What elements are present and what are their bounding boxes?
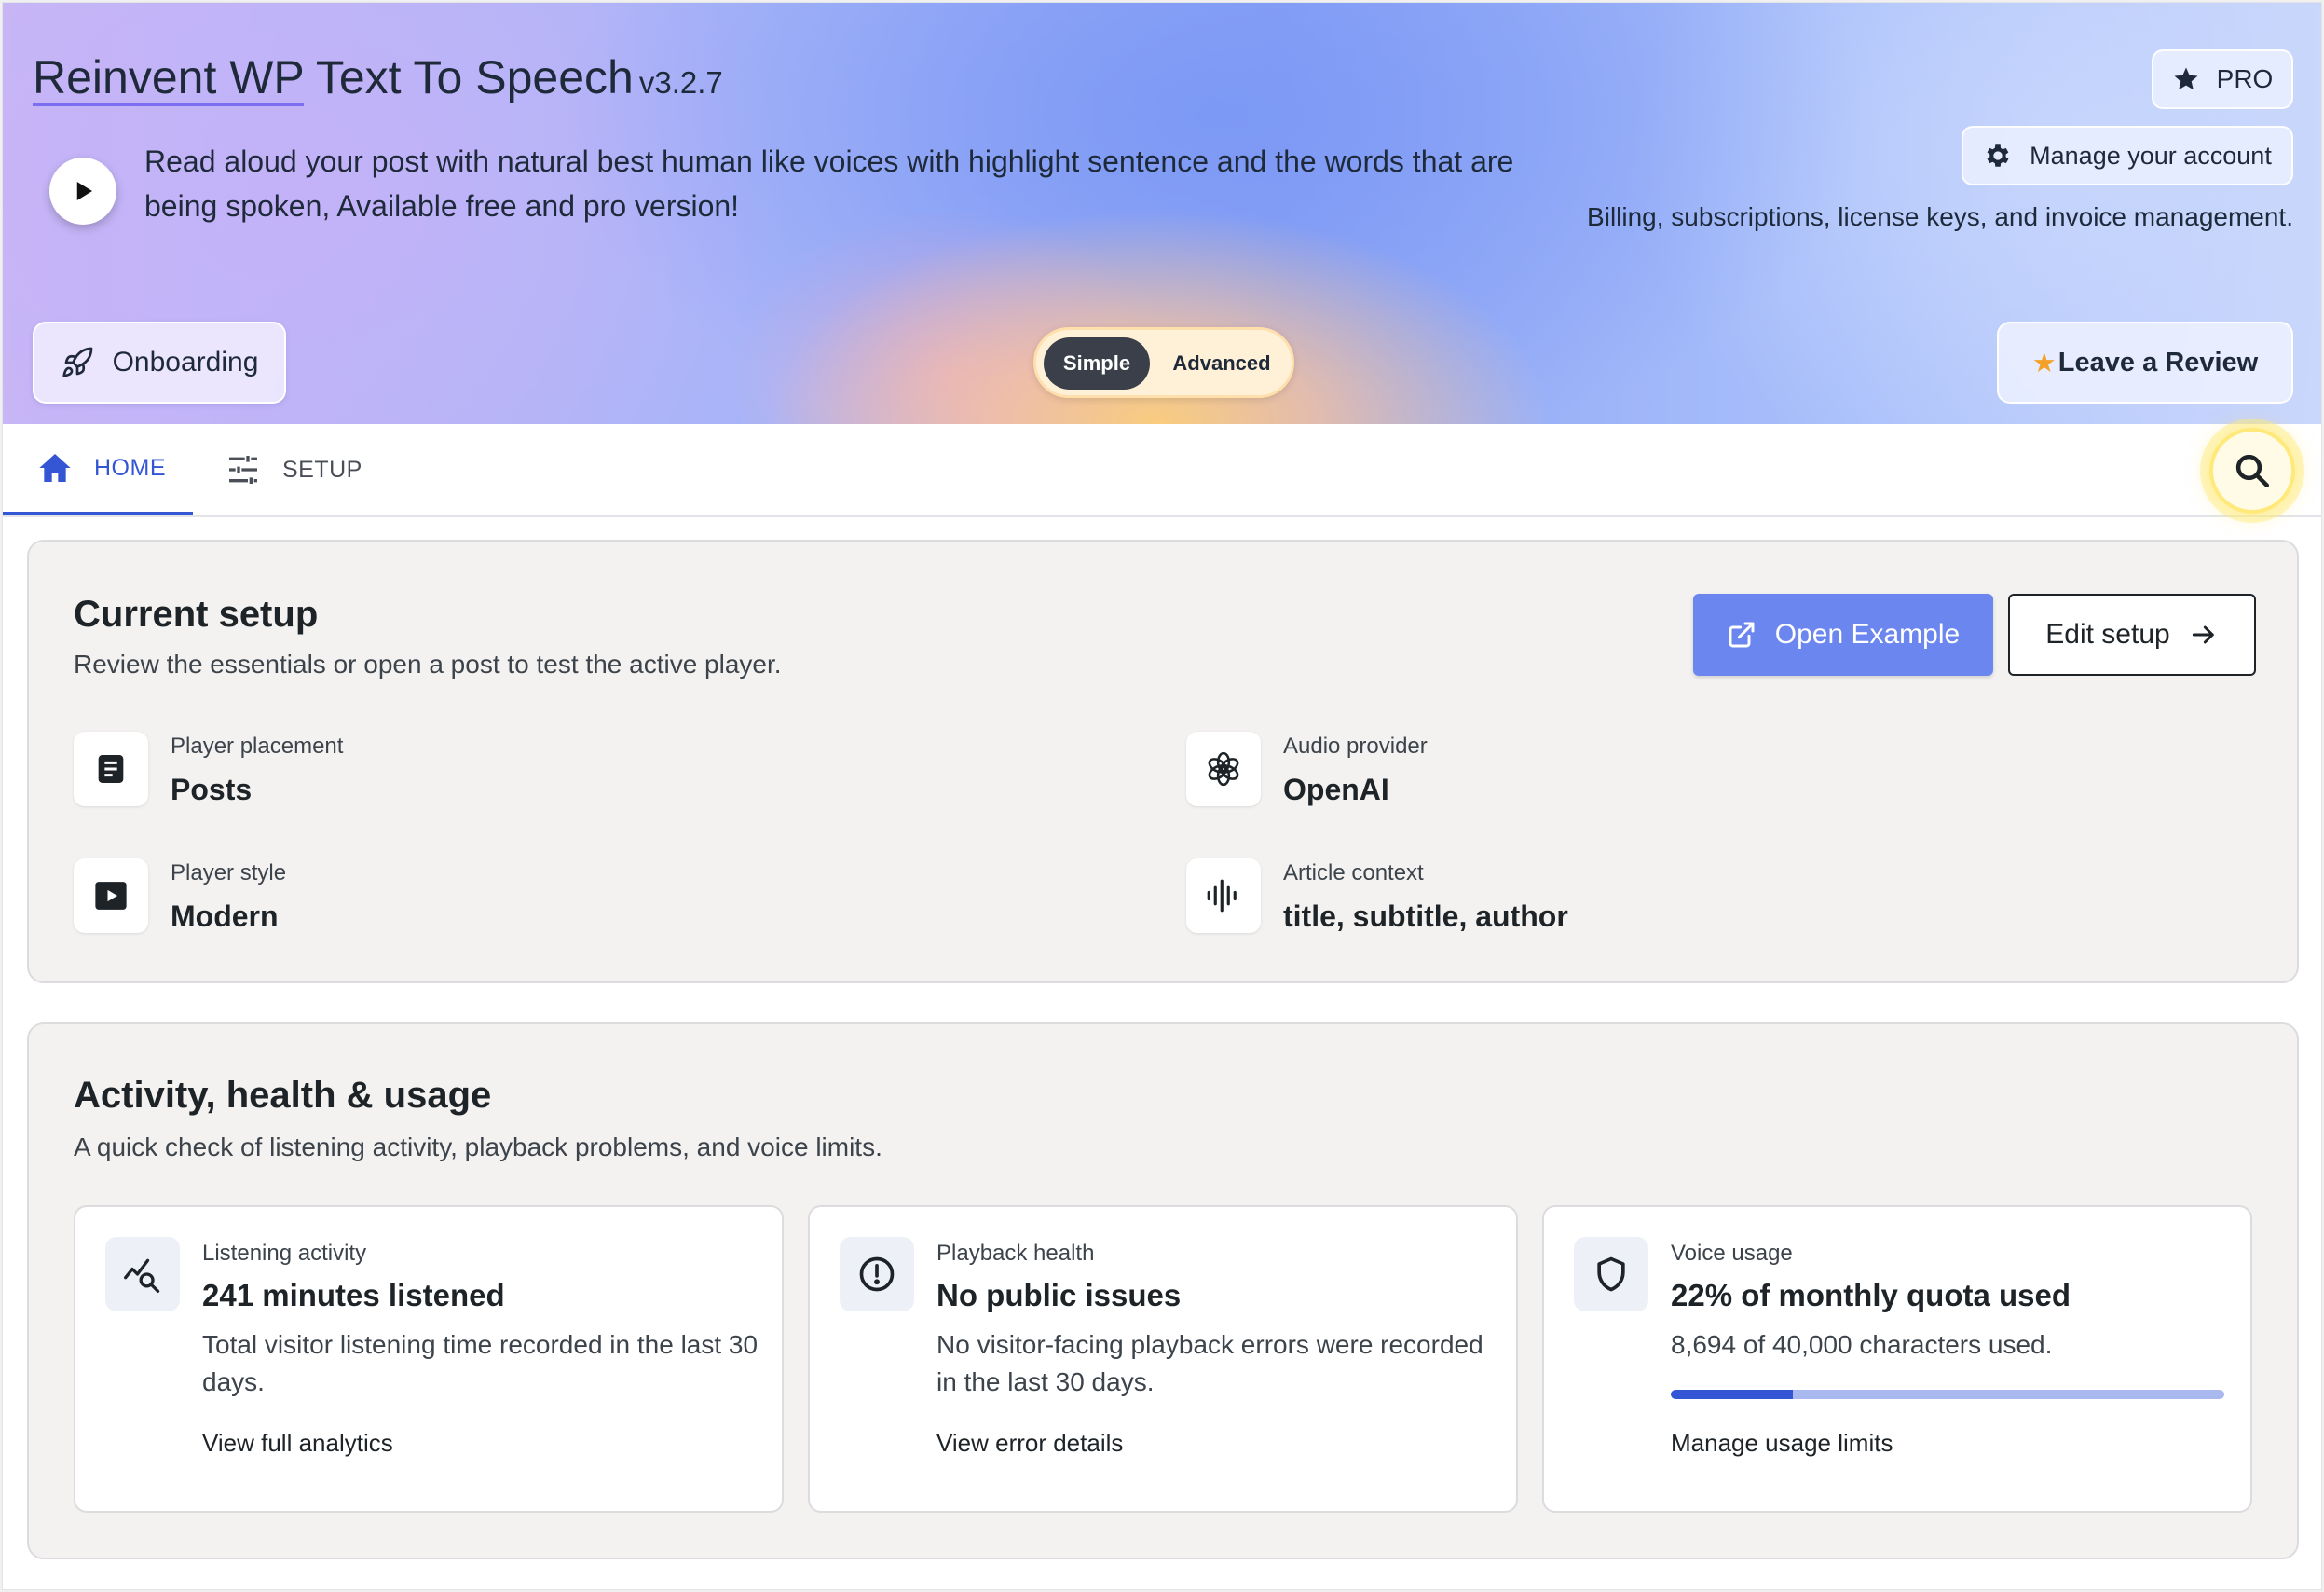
document-icon [74,732,148,806]
tile-description: Total visitor listening time recorded in… [202,1330,759,1396]
tile-value: 241 minutes listened [202,1278,505,1312]
view-errors-link[interactable]: View error details [936,1429,1123,1458]
mode-advanced-option[interactable]: Advanced [1154,337,1290,390]
onboarding-button[interactable]: Onboarding [33,322,286,404]
gear-icon [1987,144,2009,167]
star-icon: ★ [2031,348,2057,378]
current-setup-subtitle: Review the essentials or open a post to … [74,650,782,679]
setup-item-value: OpenAI [1283,773,1389,806]
plugin-dashboard: Reinvent WP Text To Speech v3.2.7 Read al… [2,2,2322,1590]
tile-label: Listening activity [202,1241,367,1266]
alert-circle-icon [840,1237,914,1311]
activity-title: Activity, health & usage [74,1075,492,1116]
tile-value: 22% of monthly quota used [1671,1278,2071,1312]
voice-usage-tile: Voice usage 22% of monthly quota used 8,… [1542,1205,2252,1513]
tile-description: No visitor-facing playback errors were r… [936,1330,1483,1396]
plugin-description: Read aloud your post with natural best h… [144,144,1514,223]
leave-review-button[interactable]: ★ Leave a Review [1997,322,2293,404]
activity-card: Activity, health & usage A quick check o… [27,1022,2299,1559]
listening-activity-tile: Listening activity 241 minutes listened … [74,1205,784,1513]
tile-label: Playback health [936,1241,1095,1266]
video-play-icon [74,858,148,933]
pro-label: PRO [2216,64,2274,93]
open-example-button[interactable]: Open Example [1693,594,1993,676]
search-button[interactable] [2209,428,2295,514]
current-setup-title: Current setup [74,594,319,635]
preview-play-button[interactable] [49,158,116,225]
onboarding-label: Onboarding [112,347,259,377]
manage-account-button[interactable]: Manage your account [1962,126,2293,185]
tab-setup-label: SETUP [282,456,362,483]
analytics-search-icon [105,1237,180,1311]
openai-icon [1186,732,1261,806]
setup-item-label: Article context [1283,860,1424,885]
activity-subtitle: A quick check of listening activity, pla… [74,1132,882,1161]
edit-setup-label: Edit setup [2045,619,2170,650]
tab-home[interactable]: HOME [3,424,193,515]
edit-setup-button[interactable]: Edit setup [2008,594,2256,676]
external-link-icon [1729,622,1755,648]
tab-setup[interactable]: SETUP [225,424,362,515]
shield-icon [1574,1237,1648,1311]
brand-link[interactable]: Reinvent WP [33,51,304,106]
billing-description: Billing, subscriptions, license keys, an… [1587,202,2293,231]
setup-item-value: Posts [171,773,253,806]
search-icon [2235,454,2270,488]
mode-simple-option[interactable]: Simple [1044,337,1150,390]
star-icon [2174,67,2198,90]
title-rest: Text To Speech [303,51,634,103]
home-icon [39,454,71,482]
tile-value: No public issues [936,1278,1182,1312]
hero-banner: Reinvent WP Text To Speech v3.2.7 Read al… [3,3,2321,424]
usage-progress-bar [1671,1390,2224,1399]
setup-item-value: Modern [171,899,279,933]
view-analytics-link[interactable]: View full analytics [202,1429,393,1458]
setup-item-label: Player placement [171,734,344,759]
sliders-icon [229,456,257,484]
playback-health-tile: Playback health No public issues No visi… [808,1205,1518,1513]
pro-button[interactable]: PRO [2152,49,2293,109]
rocket-icon [62,347,92,377]
page-title: Reinvent WP Text To Speech v3.2.7 [33,49,723,111]
leave-review-label: Leave a Review [2057,347,2259,377]
tab-home-label: HOME [94,454,166,481]
open-example-label: Open Example [1774,619,1961,650]
current-setup-card: Current setup Review the essentials or o… [27,540,2299,983]
manage-account-label: Manage your account [2030,141,2272,170]
mode-toggle: Simple Advanced [1033,327,1294,398]
play-icon [76,182,92,200]
waveform-icon [1186,858,1261,933]
version-label: v3.2.7 [638,65,723,100]
tab-bar: HOME SETUP [3,424,2321,517]
setup-item-value: title, subtitle, author [1283,899,1568,933]
setup-item-label: Audio provider [1283,734,1428,759]
usage-progress-fill [1671,1390,1793,1399]
manage-usage-link[interactable]: Manage usage limits [1671,1429,1893,1458]
arrow-right-icon [2192,625,2214,644]
tile-description: 8,694 of 40,000 characters used. [1671,1330,2053,1359]
tile-label: Voice usage [1671,1241,1793,1266]
setup-item-label: Player style [171,860,287,885]
